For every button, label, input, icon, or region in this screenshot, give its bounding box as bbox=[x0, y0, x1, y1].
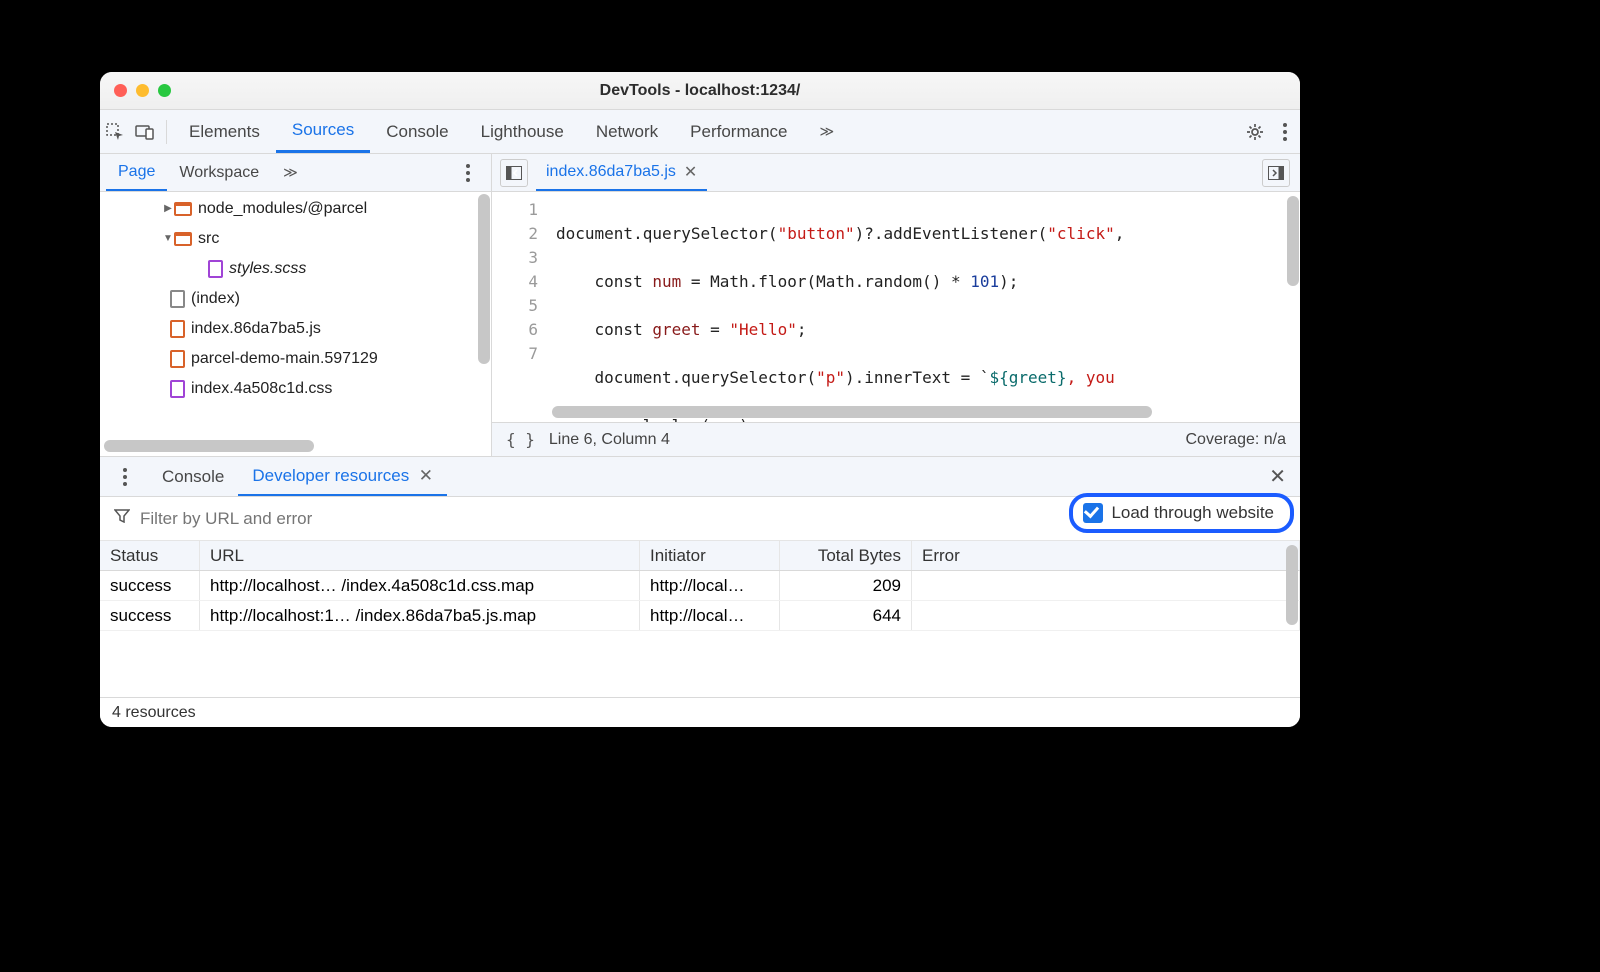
tabs-overflow-icon[interactable]: ≫ bbox=[804, 110, 851, 153]
file-icon bbox=[170, 380, 185, 398]
toggle-debugger-icon[interactable] bbox=[1262, 159, 1290, 187]
devtools-window: DevTools - localhost:1234/ Elements Sour… bbox=[100, 72, 1300, 727]
close-tab-icon[interactable]: ✕ bbox=[684, 162, 697, 182]
settings-gear-icon[interactable] bbox=[1240, 117, 1270, 147]
minimize-window-icon[interactable] bbox=[136, 84, 149, 97]
tab-lighthouse[interactable]: Lighthouse bbox=[465, 110, 580, 153]
tree-file-indexcss[interactable]: index.4a508c1d.css bbox=[100, 374, 491, 404]
drawer-panel: Console Developer resources ✕ ✕ Load thr… bbox=[100, 456, 1300, 727]
tree-file-indexjs[interactable]: index.86da7ba5.js bbox=[100, 314, 491, 344]
filter-icon bbox=[114, 509, 130, 528]
main-tabs: Elements Sources Console Lighthouse Netw… bbox=[100, 110, 1300, 154]
tree-label: styles.scss bbox=[229, 254, 306, 284]
cursor-position: Line 6, Column 4 bbox=[549, 431, 670, 449]
col-url[interactable]: URL bbox=[200, 541, 640, 570]
navigator-pane: Page Workspace ≫ ▶ node_modules/@parcel ▼… bbox=[100, 154, 492, 456]
tab-elements[interactable]: Elements bbox=[173, 110, 276, 153]
tree-label: parcel-demo-main.597129 bbox=[191, 344, 378, 374]
window-title: DevTools - localhost:1234/ bbox=[100, 82, 1300, 100]
editor-statusbar: { } Line 6, Column 4 Coverage: n/a bbox=[492, 422, 1300, 456]
resource-count: 4 resources bbox=[112, 704, 196, 722]
file-icon bbox=[208, 260, 223, 278]
col-initiator[interactable]: Initiator bbox=[640, 541, 780, 570]
close-window-icon[interactable] bbox=[114, 84, 127, 97]
tree-label: index.4a508c1d.css bbox=[191, 374, 332, 404]
tab-performance[interactable]: Performance bbox=[674, 110, 803, 153]
pretty-print-icon[interactable]: { } bbox=[506, 430, 535, 449]
col-total-bytes[interactable]: Total Bytes bbox=[780, 541, 912, 570]
code-editor[interactable]: 1234567 document.querySelector("button")… bbox=[492, 192, 1300, 422]
drawer-toolbar: Load through website bbox=[100, 497, 1300, 541]
tree-label: src bbox=[198, 224, 219, 254]
navigator-tab-workspace[interactable]: Workspace bbox=[167, 154, 271, 191]
toggle-navigator-icon[interactable] bbox=[500, 159, 528, 187]
caret-right-icon: ▶ bbox=[162, 194, 174, 224]
folder-icon bbox=[174, 202, 192, 216]
tree-folder-src[interactable]: ▼ src bbox=[100, 224, 491, 254]
drawer-statusbar: 4 resources bbox=[100, 697, 1300, 727]
col-status[interactable]: Status bbox=[100, 541, 200, 570]
inspect-element-icon[interactable] bbox=[100, 117, 130, 147]
load-through-website-checkbox[interactable]: Load through website bbox=[1069, 493, 1294, 533]
code-scrollbar-vertical[interactable] bbox=[1287, 196, 1299, 286]
navigator-more-icon[interactable] bbox=[453, 158, 483, 188]
code-scrollbar-horizontal[interactable] bbox=[552, 406, 1152, 418]
tree-folder-node-modules[interactable]: ▶ node_modules/@parcel bbox=[100, 194, 491, 224]
drawer-tab-developer-resources[interactable]: Developer resources ✕ bbox=[238, 457, 447, 496]
close-drawer-icon[interactable]: ✕ bbox=[1269, 464, 1286, 489]
file-icon bbox=[170, 290, 185, 308]
drawer-tab-console[interactable]: Console bbox=[148, 457, 238, 496]
close-drawer-tab-icon[interactable]: ✕ bbox=[419, 466, 433, 486]
zoom-window-icon[interactable] bbox=[158, 84, 171, 97]
table-row[interactable]: success http://localhost… /index.4a508c1… bbox=[100, 571, 1300, 601]
resources-table: Status URL Initiator Total Bytes Error s… bbox=[100, 541, 1300, 697]
tree-file-styles[interactable]: styles.scss bbox=[100, 254, 491, 284]
navigator-tabs: Page Workspace ≫ bbox=[100, 154, 491, 192]
folder-icon bbox=[174, 232, 192, 246]
tree-file-parcel[interactable]: parcel-demo-main.597129 bbox=[100, 344, 491, 374]
file-icon bbox=[170, 320, 185, 338]
coverage-status: Coverage: n/a bbox=[1185, 431, 1286, 449]
editor-tab-indexjs[interactable]: index.86da7ba5.js ✕ bbox=[536, 154, 707, 191]
file-tree: ▶ node_modules/@parcel ▼ src styles.scss (… bbox=[100, 192, 491, 456]
device-toggle-icon[interactable] bbox=[130, 117, 160, 147]
separator bbox=[166, 120, 167, 144]
line-gutter: 1234567 bbox=[492, 192, 548, 422]
tree-file-index[interactable]: (index) bbox=[100, 284, 491, 314]
editor-tabs: index.86da7ba5.js ✕ bbox=[492, 154, 1300, 192]
editor-pane: index.86da7ba5.js ✕ 1234567 document.que… bbox=[492, 154, 1300, 456]
load-through-label: Load through website bbox=[1111, 503, 1274, 523]
editor-tab-label: index.86da7ba5.js bbox=[546, 163, 676, 181]
caret-down-icon: ▼ bbox=[162, 224, 174, 254]
navigator-tabs-overflow-icon[interactable]: ≫ bbox=[271, 154, 310, 191]
sources-panel: Page Workspace ≫ ▶ node_modules/@parcel ▼… bbox=[100, 154, 1300, 456]
drawer-menu-icon[interactable] bbox=[110, 462, 140, 492]
more-menu-icon[interactable] bbox=[1270, 117, 1300, 147]
col-error[interactable]: Error bbox=[912, 541, 1300, 570]
file-icon bbox=[170, 350, 185, 368]
drawer-tabs: Console Developer resources ✕ ✕ bbox=[100, 457, 1300, 497]
table-header: Status URL Initiator Total Bytes Error bbox=[100, 541, 1300, 571]
tab-network[interactable]: Network bbox=[580, 110, 674, 153]
navigator-tab-page[interactable]: Page bbox=[106, 154, 167, 191]
tree-scrollbar-horizontal[interactable] bbox=[104, 440, 314, 452]
tab-console[interactable]: Console bbox=[370, 110, 464, 153]
table-scrollbar-vertical[interactable] bbox=[1286, 545, 1298, 625]
tree-label: (index) bbox=[191, 284, 240, 314]
table-row[interactable]: success http://localhost:1… /index.86da7… bbox=[100, 601, 1300, 631]
window-controls bbox=[114, 84, 171, 97]
tree-scrollbar-vertical[interactable] bbox=[478, 194, 490, 426]
tab-sources[interactable]: Sources bbox=[276, 110, 370, 153]
code-content: document.querySelector("button")?.addEve… bbox=[548, 192, 1124, 422]
tree-label: node_modules/@parcel bbox=[198, 194, 367, 224]
checkbox-checked-icon bbox=[1083, 503, 1103, 523]
tree-label: index.86da7ba5.js bbox=[191, 314, 321, 344]
titlebar: DevTools - localhost:1234/ bbox=[100, 72, 1300, 110]
